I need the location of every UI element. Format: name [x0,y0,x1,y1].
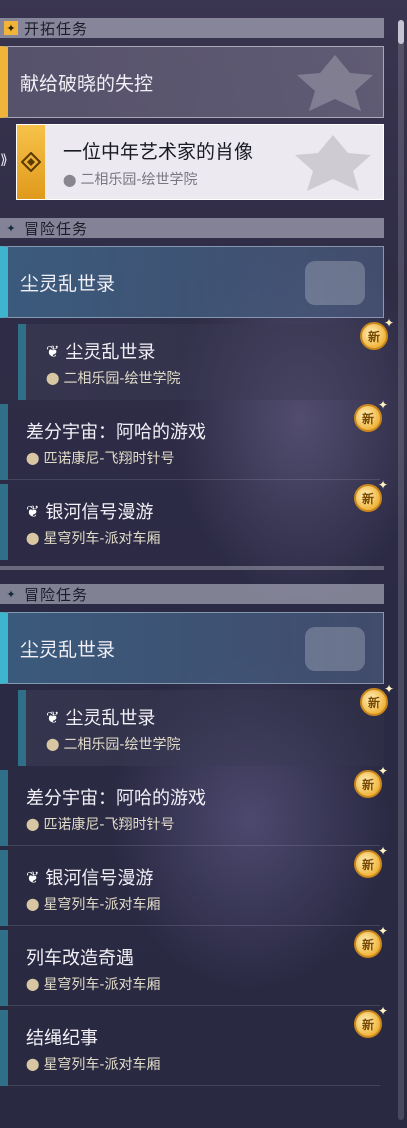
section-title: 冒险任务 [24,585,89,604]
adventure-quest-icon: ✦ [6,587,16,601]
quest-title: 列车改造奇遇 [26,948,134,969]
quest-title: ❦ 银河信号漫游 [26,501,154,524]
adventure-quest-icon: ✦ [6,221,16,235]
emblem-decoration-icon [305,627,365,671]
scrollbar-thumb[interactable] [398,20,404,44]
location-pin-icon: ⬤ [26,1057,40,1071]
quest-location: ⬤ 匹诺康尼-飞翔时针号 [26,451,175,467]
quest-title: 差分宇宙：阿哈的游戏 [26,422,206,443]
section-title: 开拓任务 [24,19,89,38]
pioneer-stripe [17,125,45,199]
quest-item[interactable]: 差分宇宙：阿哈的游戏 ⬤ 匹诺康尼-飞翔时针号 新 ✦ [0,398,388,480]
pioneer-quest-icon: ✦ [4,21,18,35]
new-badge: 新 ✦ [354,764,388,798]
pioneer-diamond-icon [21,152,41,172]
quest-location: ⬤ 星穹列车-派对车厢 [26,1057,161,1073]
quest-title: 尘灵乱世录 [20,272,116,295]
selected-pointer-icon: ⟫ [0,152,8,168]
companion-quest-icon: ❦ [46,707,60,727]
companion-quest-icon: ❦ [46,341,60,361]
quest-location: ⬤ 二相乐园-绘世学院 [46,737,181,753]
quest-item[interactable]: 差分宇宙：阿哈的游戏 ⬤ 匹诺康尼-飞翔时针号 新 ✦ [0,764,388,846]
location-pin-icon: ⬤ [46,737,60,751]
quest-location: ⬤ 星穹列车-派对车厢 [26,531,161,547]
selected-pioneer-quest[interactable]: 一位中年艺术家的肖像 ⬤ 二相乐园-绘世学院 [16,124,384,200]
location-pin-icon: ⬤ [26,817,40,831]
location-pin-icon: ⬤ [63,173,77,187]
quest-location: ⬤ 星穹列车-派对车厢 [26,977,161,993]
quest-item[interactable]: 结绳纪事 ⬤ 星穹列车-派对车厢 新 ✦ [0,1004,388,1086]
new-badge: 新 ✦ [354,844,388,878]
emblem-decoration-icon [297,55,373,111]
location-pin-icon: ⬤ [26,531,40,545]
quest-location: ⬤ 星穹列车-派对车厢 [26,897,161,913]
quest-item[interactable]: ❦ 银河信号漫游 ⬤ 星穹列车-派对车厢 新 ✦ [0,844,388,926]
quest-title: ❦ 银河信号漫游 [26,867,154,890]
scrollbar-track[interactable] [398,20,404,1120]
companion-quest-icon: ❦ [26,867,40,887]
location-pin-icon: ⬤ [26,451,40,465]
quest-title: 一位中年艺术家的肖像 [63,141,254,163]
quest-location: ⬤ 二相乐园-绘世学院 [63,172,198,188]
new-badge: 新 ✦ [354,1004,388,1038]
quest-item[interactable]: ❦ 银河信号漫游 ⬤ 星穹列车-派对车厢 新 ✦ [0,478,388,560]
adventure-main-quest[interactable]: 尘灵乱世录 [0,612,384,684]
new-badge: 新 ✦ [360,682,394,716]
new-badge: 新 ✦ [354,924,388,958]
quest-location: ⬤ 二相乐园-绘世学院 [46,371,181,387]
quest-title: 献给破晓的失控 [20,72,154,95]
quest-item[interactable]: 列车改造奇遇 ⬤ 星穹列车-派对车厢 新 ✦ [0,924,388,1006]
quest-title: 结绳纪事 [26,1028,98,1049]
quest-title: 尘灵乱世录 [20,638,116,661]
adventure-main-quest[interactable]: 尘灵乱世录 [0,246,384,318]
emblem-decoration-icon [305,261,365,305]
quest-item[interactable]: ❦ 尘灵乱世录 ⬤ 二相乐园-绘世学院 新 ✦ [0,316,394,400]
emblem-decoration-icon [295,135,371,191]
section-divider [0,566,384,570]
section-header-adventure: ✦ 冒险任务 [0,584,384,604]
section-header-adventure: ✦ 冒险任务 [0,218,384,238]
new-badge: 新 ✦ [354,478,388,512]
quest-title: ❦ 尘灵乱世录 [46,707,156,730]
quest-title: 差分宇宙：阿哈的游戏 [26,788,206,809]
location-pin-icon: ⬤ [26,977,40,991]
section-header-pioneer: ✦ 开拓任务 [0,18,384,38]
companion-quest-icon: ❦ [26,501,40,521]
pioneer-main-quest[interactable]: 献给破晓的失控 [0,46,384,118]
section-title: 冒险任务 [24,219,89,238]
location-pin-icon: ⬤ [26,897,40,911]
new-badge: 新 ✦ [354,398,388,432]
quest-title: ❦ 尘灵乱世录 [46,341,156,364]
quest-location: ⬤ 匹诺康尼-飞翔时针号 [26,817,175,833]
location-pin-icon: ⬤ [46,371,60,385]
new-badge: 新 ✦ [360,316,394,350]
quest-item[interactable]: ❦ 尘灵乱世录 ⬤ 二相乐园-绘世学院 新 ✦ [0,682,394,766]
